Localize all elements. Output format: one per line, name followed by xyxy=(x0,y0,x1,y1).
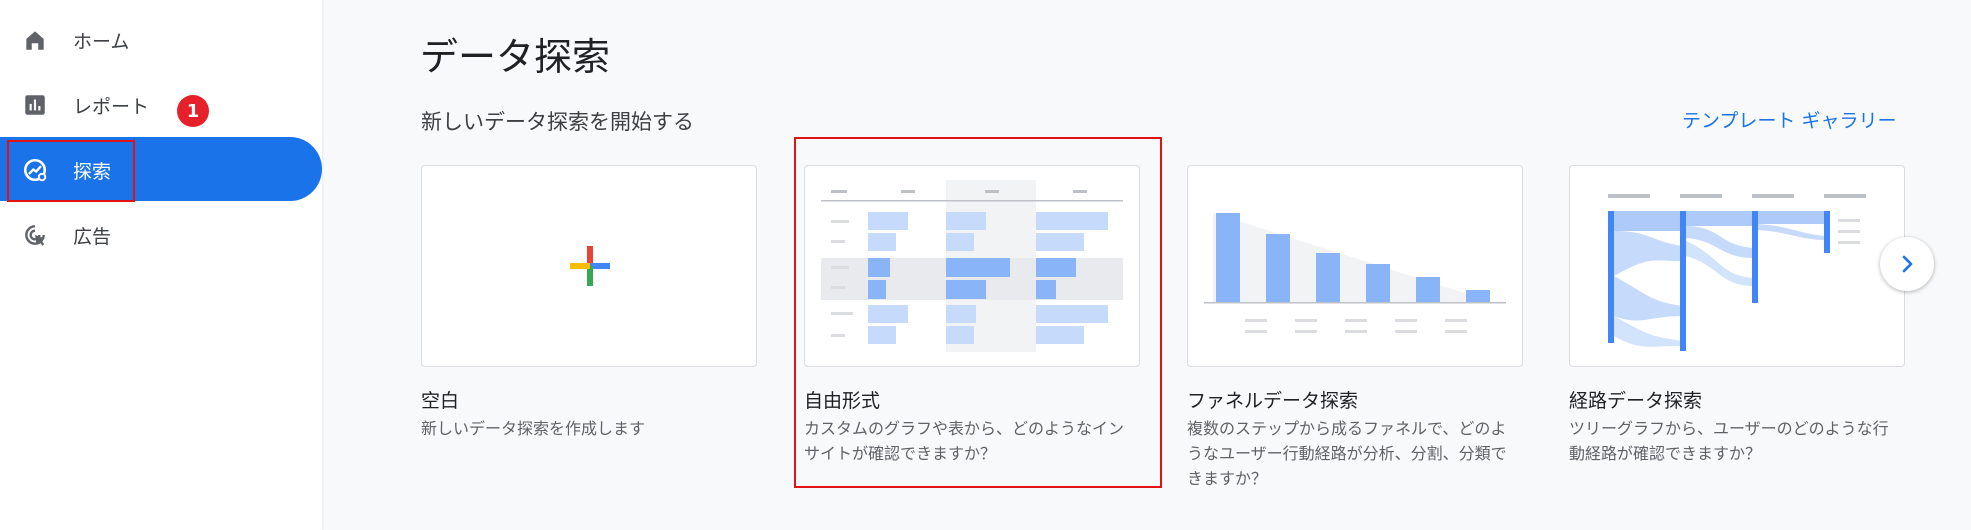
card-title-blank: 空白 xyxy=(421,390,460,412)
funnel-thumbnail xyxy=(1204,213,1506,333)
sidebar-item-home[interactable]: ホーム xyxy=(0,7,322,71)
sidebar-item-label: ホーム xyxy=(73,31,130,53)
chevron-right-icon xyxy=(1902,255,1913,273)
path-thumbnail xyxy=(1608,194,1866,351)
sidebar-item-label: レポート xyxy=(73,96,150,118)
bar-chart-icon xyxy=(25,95,45,115)
sidebar: ホーム レポート 探索 広告 xyxy=(0,0,322,530)
explore-icon xyxy=(23,158,47,182)
freeform-card[interactable] xyxy=(804,165,1140,367)
card-title-funnel: ファネルデータ探索 xyxy=(1187,390,1359,412)
sidebar-item-label: 広告 xyxy=(73,226,112,248)
step-badge: 1 xyxy=(177,95,209,127)
plus-icon xyxy=(570,246,610,286)
card-title-path: 経路データ探索 xyxy=(1569,390,1703,412)
sidebar-item-ads[interactable]: 広告 xyxy=(0,202,322,266)
ads-cursor-icon xyxy=(25,225,45,246)
card-desc-freeform: カスタムのグラフや表から、どのようなインサイトが確認できますか？ xyxy=(804,419,1125,463)
path-card[interactable] xyxy=(1569,165,1905,367)
freeform-table-thumbnail xyxy=(821,180,1123,352)
card-desc-funnel: 複数のステップから成るファネルで、どのようなユーザー行動経路が分析、分割、分類で… xyxy=(1187,419,1507,488)
card-desc-path: ツリーグラフから、ユーザーのどのような行動経路が確認できますか？ xyxy=(1569,419,1889,463)
card-title-freeform: 自由形式 xyxy=(804,390,881,412)
section-title: 新しいデータ探索を開始する xyxy=(421,110,694,134)
template-gallery-link[interactable]: テンプレート ギャラリー xyxy=(1682,106,1896,133)
card-desc-blank: 新しいデータ探索を作成します xyxy=(421,419,646,438)
sidebar-item-explore[interactable]: 探索 xyxy=(0,137,322,201)
carousel-next-button[interactable] xyxy=(1880,237,1934,291)
sidebar-item-label: 探索 xyxy=(73,161,112,183)
home-icon xyxy=(26,31,44,50)
blank-card[interactable] xyxy=(421,165,757,367)
sidebar-item-reports[interactable]: レポート xyxy=(0,72,322,136)
funnel-card[interactable] xyxy=(1187,165,1523,367)
page-title: データ探索 xyxy=(420,35,611,79)
